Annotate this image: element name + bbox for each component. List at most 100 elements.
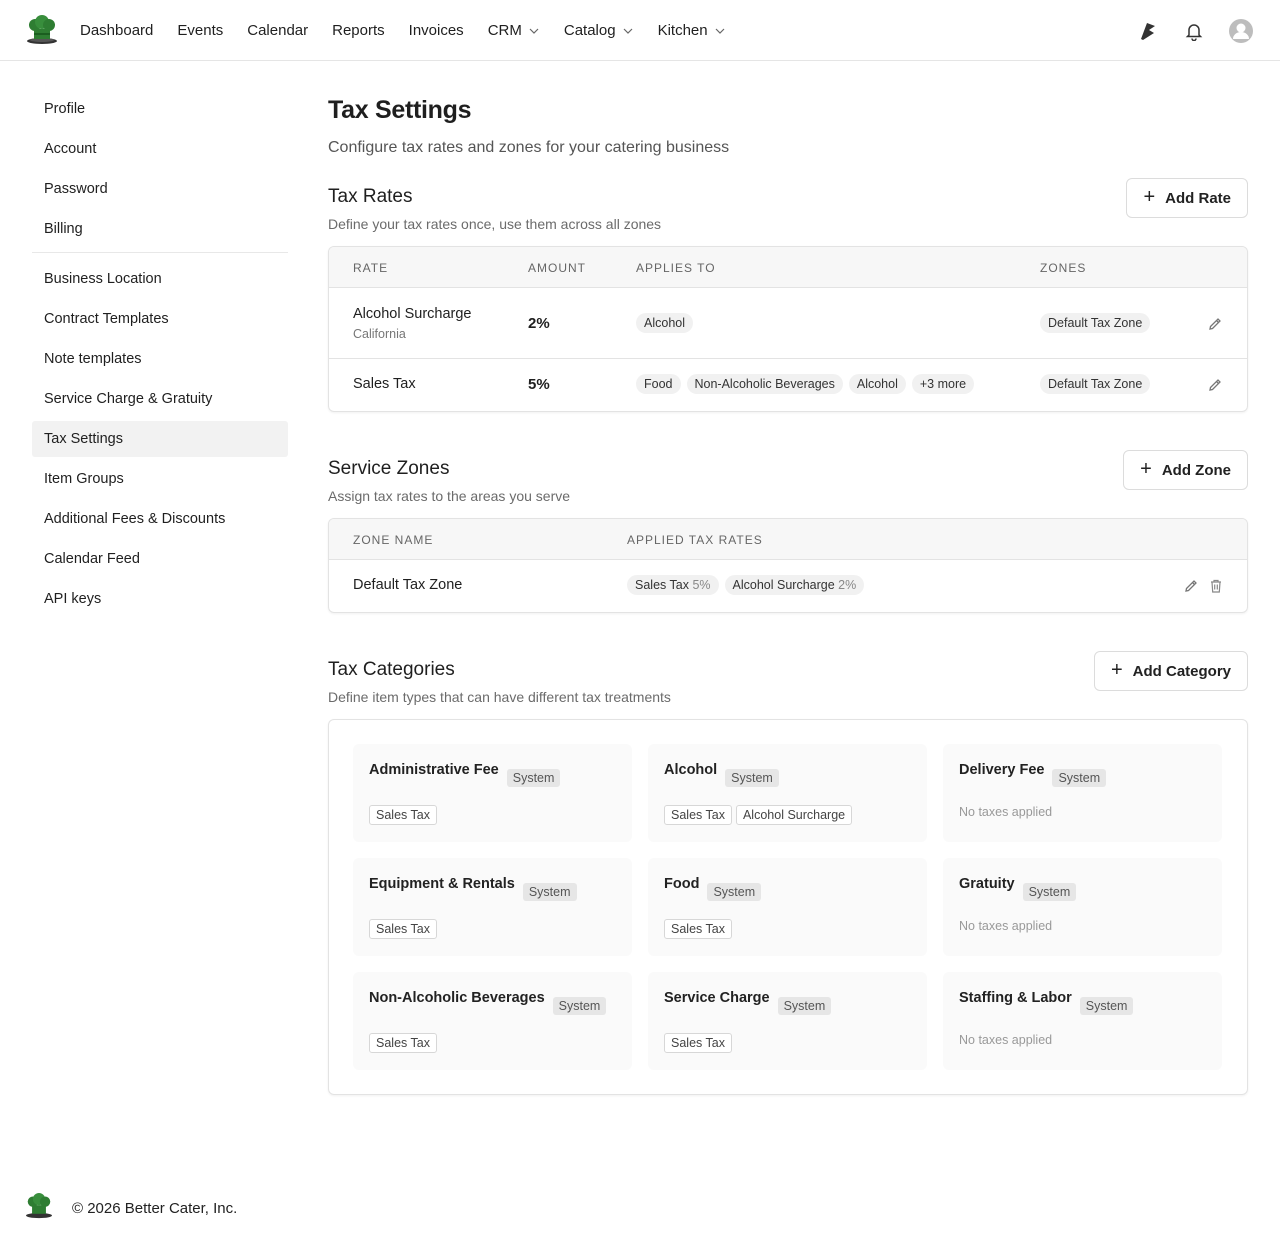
chevron-down-icon — [622, 24, 634, 36]
sidebar-item-service-charge-gratuity[interactable]: Service Charge & Gratuity — [32, 381, 288, 417]
column-header-rate: RATE — [353, 261, 389, 275]
tax-category-card[interactable]: Equipment & Rentals System Sales Tax — [353, 858, 632, 956]
applies-to-pill: Alcohol — [848, 374, 906, 394]
sidebar-item-calendar-feed[interactable]: Calendar Feed — [32, 541, 288, 577]
add-zone-label: Add Zone — [1161, 461, 1231, 479]
rate-amount: 2% — [528, 314, 550, 332]
add-category-label: Add Category — [1132, 662, 1231, 680]
add-zone-button[interactable]: + Add Zone — [1123, 450, 1248, 490]
nav-kitchen[interactable]: Kitchen — [658, 22, 726, 39]
tax-category-card[interactable]: Gratuity System No taxes applied — [943, 858, 1222, 956]
plus-icon: + — [1140, 458, 1152, 480]
service-zones-title: Service Zones — [328, 458, 450, 479]
tax-rates-title: Tax Rates — [328, 186, 413, 207]
add-rate-button[interactable]: + Add Rate — [1126, 178, 1248, 218]
pencil-icon[interactable] — [1207, 377, 1223, 393]
tax-rates-table: RATE AMOUNT APPLIES TO ZONES Alcohol Sur… — [328, 246, 1248, 412]
zone-pill: Default Tax Zone — [1040, 374, 1151, 394]
nav-label: Catalog — [563, 21, 616, 39]
tax-category-card[interactable]: Delivery Fee System No taxes applied — [943, 744, 1222, 842]
nav-label: Kitchen — [657, 21, 708, 39]
system-badge: System — [777, 997, 832, 1015]
tax-category-card[interactable]: Service Charge System Sales Tax — [648, 972, 927, 1070]
column-header-zones: ZONES — [1040, 261, 1087, 275]
category-name: Alcohol — [664, 762, 718, 778]
nav-reports[interactable]: Reports — [332, 22, 385, 39]
no-taxes-text: No taxes applied — [959, 805, 1053, 819]
table-row: Alcohol Surcharge California 2% Alcohol Defa… — [329, 288, 1247, 359]
sidebar-item-profile[interactable]: Profile — [32, 91, 288, 127]
sidebar-item-note-templates[interactable]: Note templates — [32, 341, 288, 377]
add-category-button[interactable]: + Add Category — [1093, 651, 1248, 691]
nav-events[interactable]: Events — [177, 22, 223, 39]
nav-dashboard[interactable]: Dashboard — [80, 22, 153, 39]
nav-calendar[interactable]: Calendar — [247, 22, 308, 39]
sidebar-item-contract-templates[interactable]: Contract Templates — [32, 301, 288, 337]
sidebar-item-item-groups[interactable]: Item Groups — [32, 461, 288, 497]
applies-to-cell: Alcohol — [636, 312, 699, 333]
nav-catalog[interactable]: Catalog — [564, 22, 634, 39]
tax-category-card[interactable]: Alcohol System Sales Tax Alcohol Surcharge — [648, 744, 927, 842]
tax-rates-header: Tax Rates Define your tax rates once, us… — [328, 178, 1248, 246]
category-name: Gratuity — [959, 876, 1015, 892]
plus-icon: + — [1110, 659, 1123, 681]
sidebar-item-api-keys[interactable]: API keys — [32, 581, 288, 617]
category-name: Non-Alcoholic Beverages — [369, 990, 545, 1006]
trash-icon[interactable] — [1209, 578, 1225, 594]
tax-rates-section: Tax Rates Define your tax rates once, us… — [328, 178, 1248, 412]
bell-icon[interactable] — [1182, 19, 1206, 43]
system-badge: System — [725, 769, 779, 787]
tax-category-card[interactable]: Food System Sales Tax — [648, 858, 927, 956]
nav-label: Events — [177, 21, 224, 39]
table-row: Default Tax Zone Sales Tax 5% Alcohol Surc… — [329, 560, 1247, 612]
system-badge: System — [1022, 883, 1077, 901]
rate-region: California — [353, 327, 406, 341]
tax-category-card[interactable]: Staffing & Labor System No taxes applied — [943, 972, 1222, 1070]
tax-category-card[interactable]: Non-Alcoholic Beverages System Sales Tax — [353, 972, 632, 1070]
rate-name: Alcohol Surcharge — [353, 306, 472, 322]
column-header-applies-to: APPLIES TO — [636, 261, 716, 275]
chef-hat-logo-icon — [24, 1193, 54, 1223]
avatar[interactable] — [1228, 18, 1254, 44]
zones-cell: Default Tax Zone — [1040, 312, 1156, 333]
tax-tag: Sales Tax — [369, 1033, 437, 1053]
table-header: ZONE NAME APPLIED TAX RATES — [329, 519, 1247, 560]
table-row: Sales Tax 5% Food Non-Alcoholic Beverages Al… — [329, 359, 1247, 411]
chevron-down-icon — [714, 24, 726, 36]
tax-tag: Sales Tax — [369, 805, 437, 825]
sidebar-item-tax-settings[interactable]: Tax Settings — [32, 421, 288, 457]
rate-name-cell: Alcohol Surcharge California — [353, 306, 472, 341]
pencil-icon[interactable] — [1207, 316, 1223, 332]
pencil-icon[interactable] — [1183, 578, 1199, 594]
sidebar-item-additional-fees-discounts[interactable]: Additional Fees & Discounts — [32, 501, 288, 537]
nav-label: Calendar — [247, 21, 309, 39]
column-header-applied-tax-rates: APPLIED TAX RATES — [627, 533, 763, 547]
chef-hat-logo-icon[interactable] — [24, 15, 60, 45]
nav-invoices[interactable]: Invoices — [409, 22, 464, 39]
rate-amount: 5% — [528, 376, 550, 393]
category-header: Alcohol System — [664, 760, 911, 787]
category-name: Food — [664, 876, 700, 892]
applies-to-pill: Food — [636, 374, 681, 394]
category-name: Equipment & Rentals — [369, 876, 515, 892]
applied-rate-percent: 5% — [692, 578, 711, 592]
tax-category-card[interactable]: Administrative Fee System Sales Tax — [353, 744, 632, 842]
service-zones-header: Service Zones Assign tax rates to the ar… — [328, 450, 1248, 518]
nav-crm[interactable]: CRM — [488, 22, 540, 39]
category-taxes: Sales Tax — [664, 919, 732, 939]
sidebar-item-billing[interactable]: Billing — [32, 211, 288, 247]
service-zones-table: ZONE NAME APPLIED TAX RATES Default Tax … — [328, 518, 1248, 613]
tax-rates-subtitle: Define your tax rates once, use them acr… — [328, 216, 662, 232]
service-zones-section: Service Zones Assign tax rates to the ar… — [328, 450, 1248, 613]
sidebar-item-business-location[interactable]: Business Location — [32, 261, 288, 297]
category-header: Gratuity System — [959, 874, 1206, 901]
sidebar-item-account[interactable]: Account — [32, 131, 288, 167]
sidebar-item-password[interactable]: Password — [32, 171, 288, 207]
applied-rate-name: Alcohol Surcharge — [732, 578, 835, 592]
nav-label: CRM — [487, 21, 522, 39]
page-title: Tax Settings — [328, 96, 472, 124]
system-badge: System — [522, 883, 577, 901]
main-content: Tax Settings Configure tax rates and zon… — [328, 96, 1248, 1095]
feedback-icon[interactable] — [1136, 19, 1160, 43]
category-header: Equipment & Rentals System — [369, 874, 616, 901]
